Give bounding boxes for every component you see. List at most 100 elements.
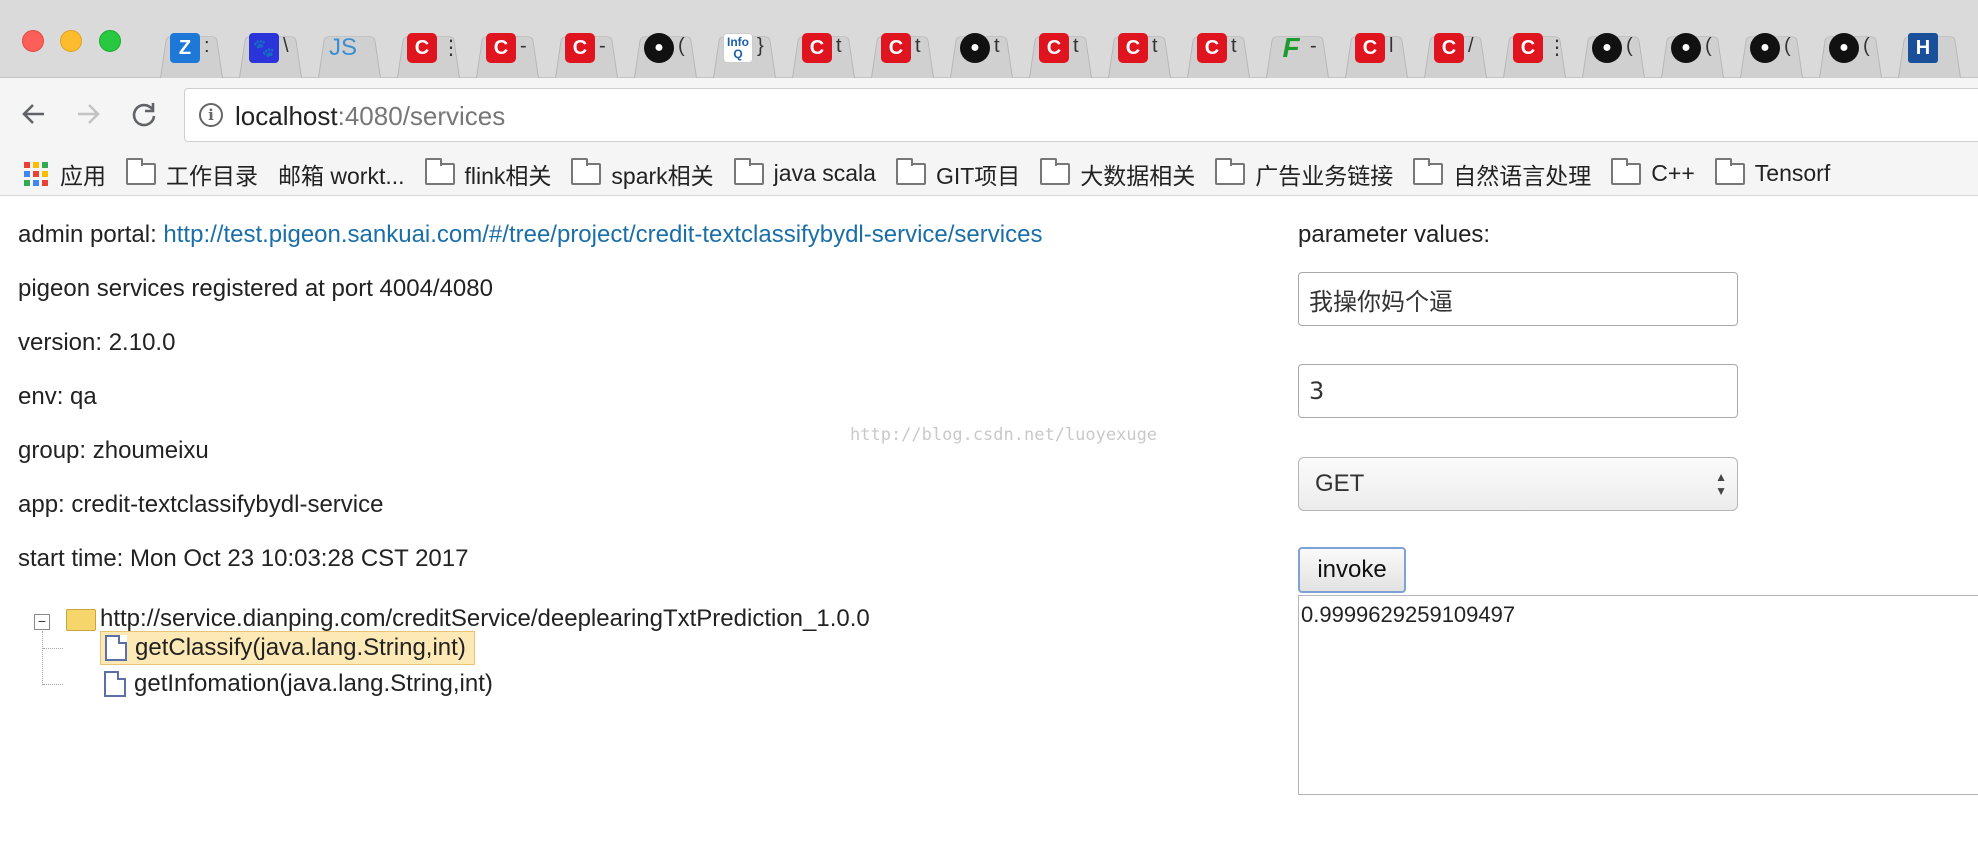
browser-tab[interactable]: ●( xyxy=(1811,20,1890,78)
bookmark-item[interactable]: flink相关 xyxy=(424,157,551,191)
tab-title: - xyxy=(599,35,606,57)
folder-icon xyxy=(424,157,455,185)
bookmark-item[interactable]: 邮箱 workt... xyxy=(278,157,405,191)
browser-tab[interactable]: ● t xyxy=(942,20,1021,78)
browser-tab[interactable]: Z: xyxy=(152,20,231,78)
reload-icon xyxy=(132,103,156,127)
parameter-1-input[interactable] xyxy=(1298,272,1738,326)
folder-icon xyxy=(1040,157,1071,185)
folder-icon xyxy=(1413,157,1444,185)
csdn-icon: C xyxy=(1513,33,1543,63)
bookmarks-bar: 应用 工作目录 邮箱 workt... flink相关 spark相关 java scal… xyxy=(0,152,1978,196)
bookmark-item[interactable]: spark相关 xyxy=(571,157,714,191)
browser-toolbar: i localhost:4080/services xyxy=(0,78,1978,152)
tab-title: t xyxy=(836,35,842,57)
infoq-icon: Info Q xyxy=(723,33,753,63)
bookmark-label: 大数据相关 xyxy=(1080,162,1196,189)
bookmark-item[interactable]: 应用 xyxy=(24,157,106,191)
bookmark-item[interactable]: 自然语言处理 xyxy=(1413,157,1591,191)
browser-tab[interactable]: ●( xyxy=(1574,20,1653,78)
browser-tab[interactable]: C- xyxy=(468,20,547,78)
admin-portal-label: admin portal: xyxy=(18,221,164,248)
bookmark-item[interactable]: java scala xyxy=(733,157,876,187)
watermark-text: http://blog.csdn.net/luoyexuge xyxy=(850,425,1158,445)
tree-method-label: getInfomation(java.lang.String,int) xyxy=(134,670,493,697)
minimize-window-button[interactable] xyxy=(60,30,82,52)
site-info-icon[interactable]: i xyxy=(199,103,223,127)
browser-tab[interactable]: JS xyxy=(310,20,389,78)
browser-tab[interactable]: Ct xyxy=(1021,20,1100,78)
bookmark-label: Tensorf xyxy=(1754,160,1831,186)
bookmark-label: 工作目录 xyxy=(166,162,258,189)
result-output[interactable]: 0.9999629259109497 xyxy=(1298,595,1978,795)
bookmark-item[interactable]: 广告业务链接 xyxy=(1215,157,1393,191)
address-bar[interactable]: i localhost:4080/services xyxy=(184,88,1978,142)
browser-tab[interactable]: Ct xyxy=(863,20,942,78)
csdn-icon: C xyxy=(565,33,595,63)
h-icon: H xyxy=(1908,33,1938,63)
select-updown-arrows-icon: ▲ ▼ xyxy=(1715,470,1727,498)
bookmark-label: 自然语言处理 xyxy=(1453,162,1592,189)
reload-button[interactable] xyxy=(126,96,162,132)
baidu-paw-icon: 🐾 xyxy=(249,33,279,63)
tab-title: ⋮ xyxy=(1547,37,1567,59)
back-button[interactable] xyxy=(16,96,52,132)
document-icon xyxy=(104,671,126,697)
bookmark-item[interactable]: C++ xyxy=(1611,157,1695,187)
invoke-button[interactable]: invoke xyxy=(1298,547,1406,593)
url-path: :4080/services xyxy=(337,101,506,131)
tab-title: t xyxy=(1073,35,1079,57)
http-method-select[interactable]: GET ▲ ▼ xyxy=(1298,457,1738,511)
browser-tab[interactable]: H xyxy=(1890,20,1969,78)
bookmark-item[interactable]: Tensorf xyxy=(1714,157,1831,187)
browser-tab[interactable]: C ⋮ xyxy=(1495,20,1574,78)
url-text[interactable]: localhost:4080/services xyxy=(235,101,505,132)
tab-title: ( xyxy=(1863,35,1870,57)
browser-tab[interactable]: ●( xyxy=(1732,20,1811,78)
http-method-value: GET xyxy=(1315,470,1365,497)
tab-title: - xyxy=(520,35,527,57)
bookmark-item[interactable]: 工作目录 xyxy=(126,157,258,191)
bookmark-item[interactable]: 大数据相关 xyxy=(1040,157,1195,191)
tab-title: ( xyxy=(1626,35,1633,57)
forward-button[interactable] xyxy=(70,96,106,132)
browser-tab[interactable]: ●( xyxy=(626,20,705,78)
tree-connector xyxy=(43,648,63,649)
csdn-icon: C xyxy=(802,33,832,63)
start-time-text: start time: Mon Oct 23 10:03:28 CST 2017 xyxy=(18,545,469,572)
tab-title: t xyxy=(1152,35,1158,57)
browser-tab[interactable]: ●( xyxy=(1653,20,1732,78)
browser-tab[interactable]: Ct xyxy=(1179,20,1258,78)
bookmark-label: spark相关 xyxy=(611,162,714,189)
maximize-window-button[interactable] xyxy=(99,30,121,52)
tab-title: \ xyxy=(283,35,289,57)
admin-portal-link[interactable]: http://test.pigeon.sankuai.com/#/tree/pr… xyxy=(163,221,1042,248)
collapse-minus-icon[interactable]: − xyxy=(34,614,50,630)
tree-connector xyxy=(43,684,63,685)
parameter-2-input[interactable] xyxy=(1298,364,1738,418)
tab-title: ( xyxy=(1705,35,1712,57)
env-text: env: qa xyxy=(18,383,97,410)
browser-tab[interactable]: F- xyxy=(1258,20,1337,78)
parameter-values-label: parameter values: xyxy=(1298,221,1491,248)
browser-tab[interactable]: Ct xyxy=(784,20,863,78)
browser-tab[interactable]: C- xyxy=(547,20,626,78)
csdn-icon: C xyxy=(1434,33,1464,63)
browser-tab[interactable]: Info Q} xyxy=(705,20,784,78)
tree-method-getinfomation[interactable]: getInfomation(java.lang.String,int) xyxy=(100,667,501,701)
close-window-button[interactable] xyxy=(22,30,44,52)
folder-icon xyxy=(1611,157,1642,185)
bookmark-label: C++ xyxy=(1651,160,1695,186)
tree-method-label: getClassify(java.lang.String,int) xyxy=(135,634,466,661)
browser-tab[interactable]: 🐾 \ xyxy=(231,20,310,78)
csdn-icon: C xyxy=(1355,33,1385,63)
browser-tab[interactable]: C / xyxy=(1416,20,1495,78)
browser-tab[interactable]: Cl xyxy=(1337,20,1416,78)
bookmark-label: 应用 xyxy=(60,162,106,189)
tree-method-getclassify[interactable]: getClassify(java.lang.String,int) xyxy=(100,631,475,665)
apps-grid-icon xyxy=(24,161,48,186)
browser-tab[interactable]: C ⋮ xyxy=(389,20,468,78)
browser-tab[interactable]: Ct xyxy=(1100,20,1179,78)
group-text: group: zhoumeixu xyxy=(18,437,209,464)
bookmark-item[interactable]: GIT项目 xyxy=(895,157,1020,191)
